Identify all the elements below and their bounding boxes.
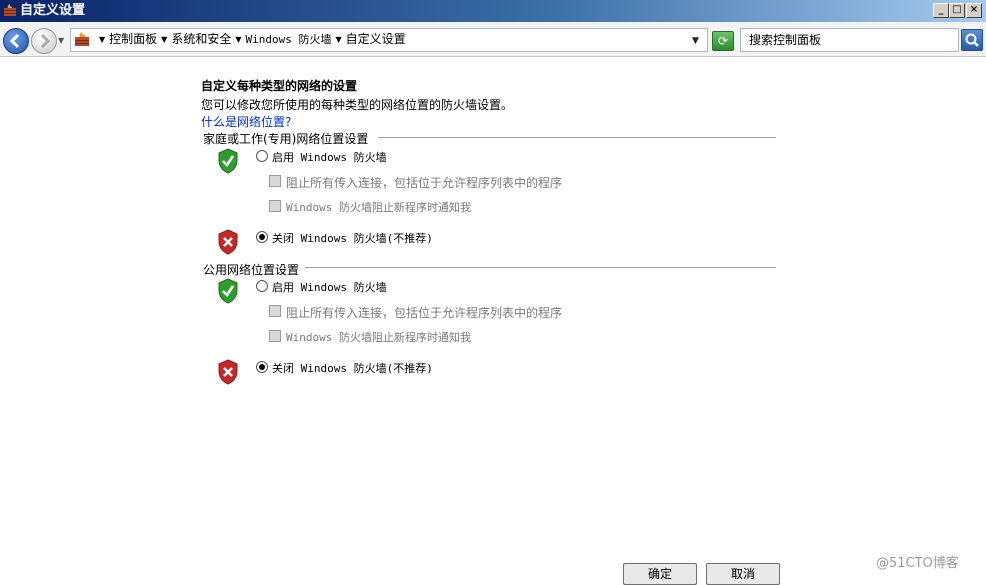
breadcrumb: ▼ 控制面板 ▼ 系统和安全 ▼ Windows 防火墙 ▼ 自定义设置 <box>95 29 406 51</box>
block-all-label: 阻止所有传入连接，包括位于允许程序列表中的程序 <box>286 176 563 190</box>
enable-firewall-radio-private[interactable] <box>256 150 268 162</box>
back-arrow-icon <box>9 33 20 49</box>
back-button[interactable] <box>3 28 29 54</box>
navigation-bar: ▼ ▼ 控制面板 ▼ 系统和安全 ▼ Windows 防火墙 ▼ 自定义设置 ▼ ⟳ 搜索控制… <box>0 22 986 57</box>
notify-label: Windows 防火墙阻止新程序时通知我 <box>286 331 471 344</box>
window-title: 自定义设置 <box>20 3 86 18</box>
close-button[interactable]: × <box>966 3 982 18</box>
shield-check-icon <box>218 278 238 304</box>
block-all-checkbox-public[interactable] <box>269 305 281 317</box>
enable-firewall-label: 启用 Windows 防火墙 <box>272 151 387 164</box>
address-bar[interactable]: ▼ 控制面板 ▼ 系统和安全 ▼ Windows 防火墙 ▼ 自定义设置 <box>70 28 708 52</box>
search-button[interactable] <box>961 29 983 51</box>
breadcrumb-item[interactable]: 控制面板 <box>109 29 157 50</box>
enable-firewall-label: 启用 Windows 防火墙 <box>272 281 387 294</box>
block-all-label: 阻止所有传入连接，包括位于允许程序列表中的程序 <box>286 306 563 320</box>
section-title-private: 家庭或工作(专用)网络位置设置 <box>203 132 369 146</box>
minimize-button[interactable]: _ <box>933 3 949 18</box>
refresh-button[interactable]: ⟳ <box>712 31 734 51</box>
address-dropdown-icon[interactable]: ▼ <box>692 36 699 46</box>
breadcrumb-item[interactable]: 系统和安全 <box>171 29 231 50</box>
breadcrumb-chevron-icon[interactable]: ▼ <box>99 29 105 50</box>
search-placeholder: 搜索控制面板 <box>749 33 822 47</box>
breadcrumb-item[interactable]: Windows 防火墙 <box>246 29 332 50</box>
breadcrumb-chevron-icon[interactable]: ▼ <box>235 29 241 50</box>
disable-firewall-radio-private[interactable] <box>256 231 268 243</box>
shield-x-icon <box>218 359 238 385</box>
shield-check-icon <box>218 148 238 174</box>
breadcrumb-chevron-icon[interactable]: ▼ <box>161 29 167 50</box>
page-description: 您可以修改您所使用的每种类型的网络位置的防火墙设置。 <box>201 98 514 112</box>
shield-x-icon <box>218 229 238 255</box>
breadcrumb-chevron-icon[interactable]: ▼ <box>335 29 341 50</box>
breadcrumb-item[interactable]: 自定义设置 <box>346 29 406 50</box>
history-dropdown-icon[interactable]: ▼ <box>58 37 66 45</box>
search-input[interactable]: 搜索控制面板 <box>740 28 959 52</box>
help-link[interactable]: 什么是网络位置? <box>201 113 291 130</box>
section-divider <box>305 267 776 268</box>
disable-firewall-label: 关闭 Windows 防火墙(不推荐) <box>272 362 433 375</box>
ok-button[interactable]: 确定 <box>623 563 697 585</box>
forward-button[interactable] <box>31 28 57 54</box>
notify-checkbox-public[interactable] <box>269 330 281 342</box>
cancel-button[interactable]: 取消 <box>706 563 780 585</box>
maximize-button[interactable]: □ <box>949 3 965 18</box>
control-panel-icon <box>75 32 89 46</box>
page-title: 自定义每种类型的网络的设置 <box>201 79 358 93</box>
section-divider <box>378 137 776 138</box>
notify-checkbox-private[interactable] <box>269 200 281 212</box>
firewall-icon <box>4 4 16 16</box>
forward-arrow-icon <box>40 33 51 49</box>
enable-firewall-radio-public[interactable] <box>256 280 268 292</box>
watermark: @51CTO博客 <box>876 556 959 571</box>
disable-firewall-label: 关闭 Windows 防火墙(不推荐) <box>272 232 433 245</box>
main-content: 自定义每种类型的网络的设置 您可以修改您所使用的每种类型的网络位置的防火墙设置。… <box>0 57 986 585</box>
title-bar: 自定义设置 _ □ × <box>0 0 986 22</box>
notify-label: Windows 防火墙阻止新程序时通知我 <box>286 201 471 214</box>
search-icon <box>965 33 979 47</box>
disable-firewall-radio-public[interactable] <box>256 361 268 373</box>
refresh-icon: ⟳ <box>717 34 729 48</box>
block-all-checkbox-private[interactable] <box>269 175 281 187</box>
section-title-public: 公用网络位置设置 <box>203 263 300 277</box>
